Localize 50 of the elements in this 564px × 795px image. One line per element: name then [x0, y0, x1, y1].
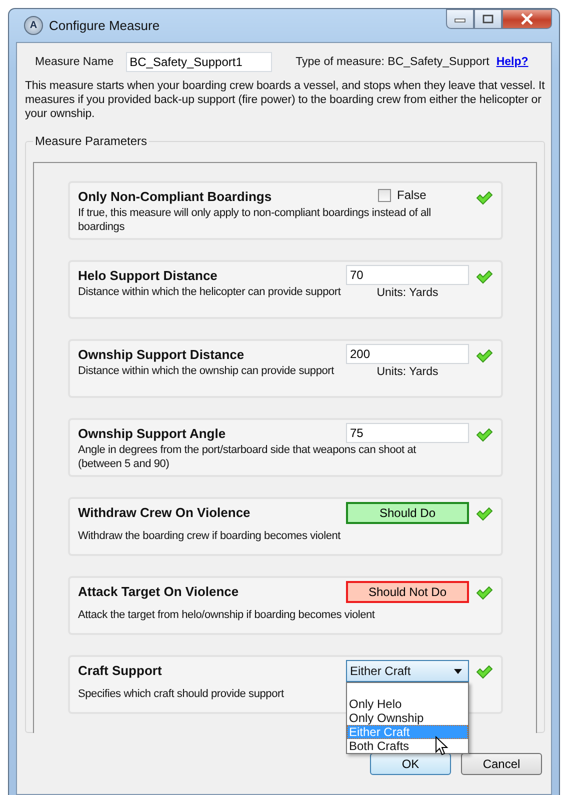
parameter-description: Attack the target from helo/ownship if boarding becomes violent	[78, 608, 376, 622]
caret-icon	[454, 668, 462, 674]
number-field[interactable]: 200	[346, 344, 469, 364]
measure-name-field[interactable]: BC_Safety_Support1	[126, 52, 272, 72]
parameter-description: Distance within which the helicopter can provide support	[78, 285, 342, 299]
help-link[interactable]: Help?	[496, 56, 528, 68]
app-icon: A	[24, 16, 43, 35]
check-icon	[476, 349, 493, 363]
parameter-description: Distance within which the ownship can provide support	[78, 364, 336, 378]
parameter-description: Withdraw the boarding crew if boarding becomes violent	[78, 529, 342, 543]
check-icon	[476, 665, 493, 679]
dropdown-option[interactable]: Only Ownship	[347, 711, 468, 725]
measure-type-text: Type of measure: BC_Safety_Support	[296, 56, 490, 68]
parameter-description: If true, this measure will only apply to non-compliant boardings instead of all boardings	[78, 206, 432, 234]
maximize-button[interactable]	[474, 9, 502, 29]
dropdown-option[interactable]: Only Helo	[347, 697, 468, 711]
close-icon	[520, 13, 534, 25]
maximize-icon	[482, 14, 494, 24]
parameter-title: Attack Target On Violence	[78, 583, 240, 601]
dialog-button[interactable]: OK	[370, 753, 451, 775]
measure-description: This measure starts when your boarding crew boards a vessel, and stops when they leave that vessel. It measures if you provided back-up support (fire power) to the boarding crew from either the helicopter or your ownship.	[25, 79, 546, 121]
check-icon	[476, 507, 493, 521]
parameter-description: Specifies which craft should provide support	[78, 687, 285, 701]
window-title: Configure Measure	[49, 18, 160, 33]
parameter-title: Ownship Support Distance	[78, 346, 246, 364]
parameter-title: Only Non-Compliant Boardings	[78, 188, 273, 206]
checkbox[interactable]	[378, 188, 391, 202]
number-field[interactable]: 70	[346, 265, 469, 285]
parameter-title: Withdraw Crew On Violence	[78, 504, 252, 522]
toggle-button[interactable]: Should Do	[346, 502, 469, 524]
parameter-description: Angle in degrees from the port/starboard side that weapons can shoot at (between 5 and 90)	[78, 443, 418, 471]
number-field[interactable]: 75	[346, 423, 469, 443]
minimize-button[interactable]	[446, 9, 474, 29]
checkbox-label: False	[397, 188, 426, 202]
dialog-button[interactable]: Cancel	[461, 753, 542, 775]
dropdown-option[interactable]: Both Crafts	[347, 739, 468, 753]
parameter-title: Helo Support Distance	[78, 267, 218, 285]
check-icon	[476, 191, 493, 205]
toggle-button[interactable]: Should Not Do	[346, 581, 469, 603]
units-label: Units: Yards	[376, 287, 440, 299]
group-title: Measure Parameters	[33, 134, 150, 148]
dropdown[interactable]: Either Craft	[346, 660, 469, 682]
check-icon	[476, 586, 493, 600]
close-button[interactable]	[502, 9, 552, 29]
measure-name-label: Measure Name	[35, 56, 114, 68]
check-icon	[476, 270, 493, 284]
parameter-title: Ownship Support Angle	[78, 425, 227, 443]
parameter-title: Craft Support	[78, 662, 163, 680]
check-icon	[476, 428, 493, 442]
units-label: Units: Yards	[376, 366, 440, 378]
